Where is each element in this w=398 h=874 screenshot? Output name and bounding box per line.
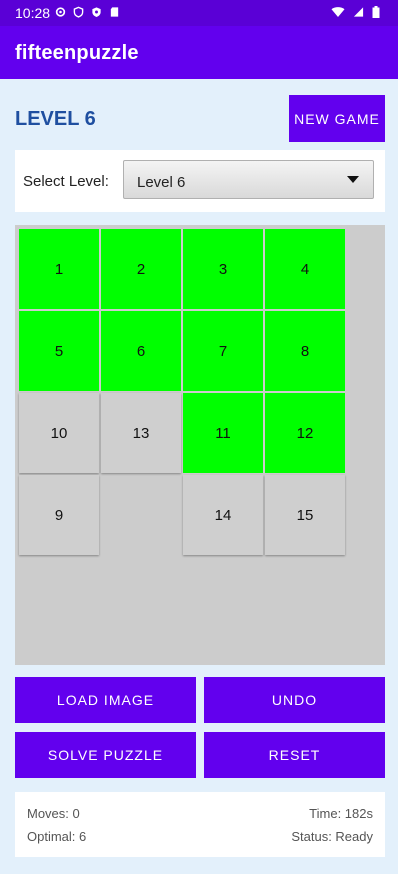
puzzle-tile[interactable]: 2 — [101, 229, 181, 309]
optimal-count: Optimal: 6 — [27, 829, 87, 844]
puzzle-tile[interactable]: 7 — [183, 311, 263, 391]
reset-button[interactable]: RESET — [204, 732, 385, 778]
puzzle-tile[interactable]: 8 — [265, 311, 345, 391]
stats-panel: Moves: 0 Optimal: 6 Time: 182s Status: R… — [15, 792, 385, 857]
status-bar: 10:28 — [0, 0, 398, 26]
app-bar: fifteenpuzzle — [0, 26, 398, 79]
status-icons-right — [331, 6, 380, 18]
puzzle-tile[interactable]: 5 — [19, 311, 99, 391]
puzzle-tile[interactable]: 3 — [183, 229, 263, 309]
moves-count: Moves: 0 — [27, 806, 80, 821]
level-dropdown[interactable]: Level 6 — [123, 160, 374, 199]
elapsed-time: Time: 182s — [309, 806, 373, 821]
puzzle-tile[interactable]: 14 — [183, 475, 263, 555]
puzzle-tile[interactable]: 4 — [265, 229, 345, 309]
gear-icon — [55, 7, 66, 17]
load-image-button[interactable]: LOAD IMAGE — [15, 677, 196, 723]
puzzle-tile[interactable]: 9 — [19, 475, 99, 555]
shield-icon — [73, 6, 84, 18]
app-title: fifteenpuzzle — [15, 42, 139, 64]
game-status: Status: Ready — [291, 829, 373, 844]
puzzle-tile[interactable]: 13 — [101, 393, 181, 473]
select-level-label: Select Level: — [23, 173, 109, 190]
chevron-down-icon — [347, 176, 359, 183]
play-protect-icon — [92, 7, 101, 17]
wifi-icon — [331, 7, 345, 17]
status-icons-left — [55, 6, 120, 18]
new-game-button[interactable]: NEW GAME — [289, 95, 385, 142]
puzzle-tile[interactable]: 11 — [183, 393, 263, 473]
level-dropdown-value: Level 6 — [137, 174, 186, 191]
level-select-card: Select Level: Level 6 — [15, 150, 385, 212]
puzzle-tile[interactable]: 1 — [19, 229, 99, 309]
sd-card-icon — [110, 7, 119, 17]
puzzle-tile[interactable]: 12 — [265, 393, 345, 473]
puzzle-tile[interactable]: 6 — [101, 311, 181, 391]
solve-puzzle-button[interactable]: SOLVE PUZZLE — [15, 732, 196, 778]
signal-icon — [353, 7, 364, 17]
undo-button[interactable]: UNDO — [204, 677, 385, 723]
battery-icon — [372, 6, 380, 18]
puzzle-tile[interactable]: 15 — [265, 475, 345, 555]
puzzle-board: 1 2 3 4 5 6 7 8 10 13 11 12 9 14 15 — [15, 225, 385, 665]
level-title: LEVEL 6 — [15, 108, 96, 130]
puzzle-tile[interactable]: 10 — [19, 393, 99, 473]
status-time: 10:28 — [15, 5, 51, 21]
